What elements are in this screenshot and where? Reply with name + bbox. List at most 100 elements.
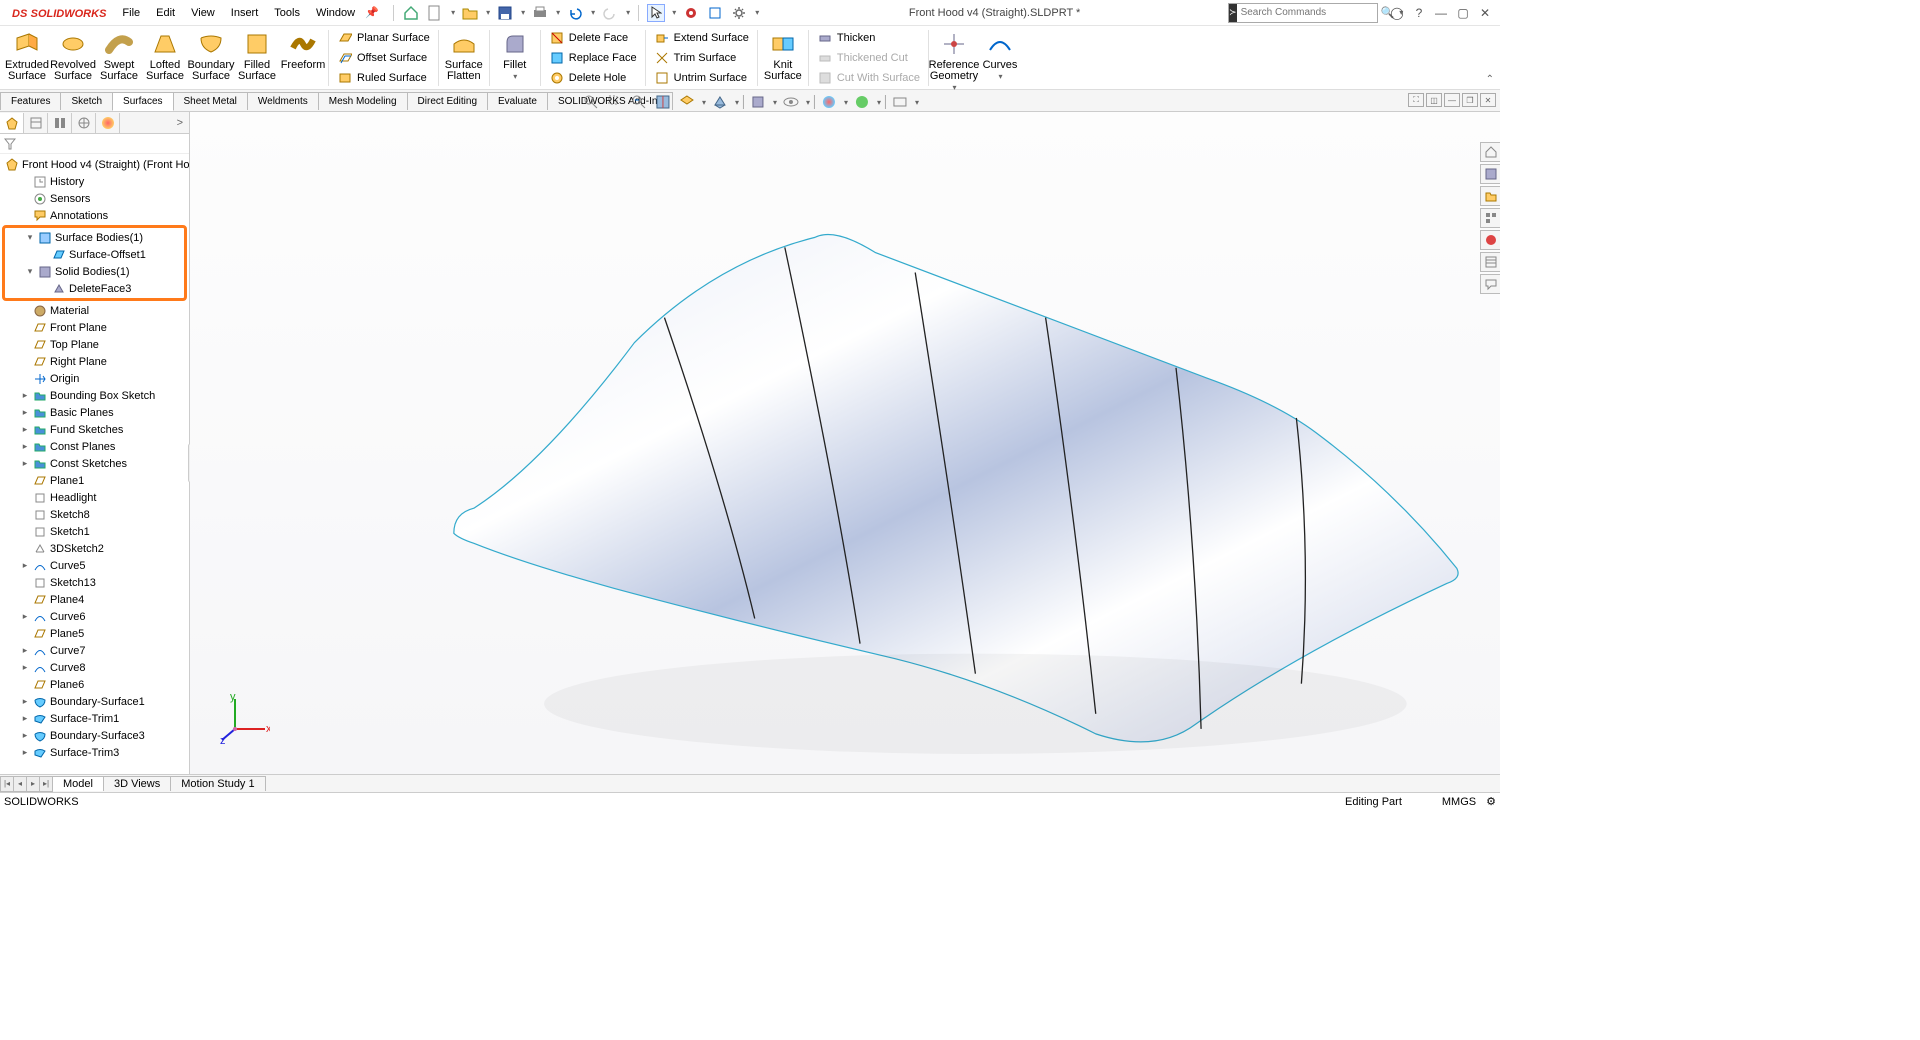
extend-surface-button[interactable]: Extend Surface: [650, 28, 753, 47]
close-button[interactable]: ✕: [1474, 6, 1496, 20]
help-icon[interactable]: ?: [1408, 6, 1430, 20]
dimxpert-tab-icon[interactable]: [72, 113, 96, 133]
tab-prev-icon[interactable]: ◂: [13, 776, 27, 792]
tree-node[interactable]: ▸Boundary-Surface3: [0, 727, 189, 744]
search-commands[interactable]: ≻ 🔍▾: [1228, 3, 1378, 23]
doc-close-icon[interactable]: ✕: [1480, 93, 1496, 107]
view-triad[interactable]: x y z: [220, 694, 270, 744]
tree-node[interactable]: History: [0, 173, 189, 190]
knit-surface-button[interactable]: Knit Surface: [760, 28, 806, 84]
tree-node[interactable]: Headlight: [0, 489, 189, 506]
tab-sketch[interactable]: Sketch: [60, 92, 113, 110]
trim-surface-button[interactable]: Trim Surface: [650, 48, 753, 67]
taskpane-design-library-icon[interactable]: [1480, 164, 1500, 184]
tab-next-icon[interactable]: ▸: [26, 776, 40, 792]
section-view-icon[interactable]: [653, 92, 673, 112]
status-gear-icon[interactable]: ⚙: [1486, 795, 1496, 808]
tree-node[interactable]: Plane5: [0, 625, 189, 642]
redo-icon[interactable]: [601, 4, 619, 22]
tab-mesh-modeling[interactable]: Mesh Modeling: [318, 92, 408, 110]
zoom-area-icon[interactable]: [605, 92, 625, 112]
extruded-surface-button[interactable]: Extruded Surface: [4, 28, 50, 84]
search-input[interactable]: [1237, 7, 1377, 18]
tree-node[interactable]: Plane6: [0, 676, 189, 693]
replace-face-button[interactable]: Replace Face: [545, 48, 641, 67]
tab-sheet-metal[interactable]: Sheet Metal: [173, 92, 248, 110]
taskpane-home-icon[interactable]: [1480, 142, 1500, 162]
select-icon[interactable]: [647, 4, 665, 22]
tree-node[interactable]: Sensors: [0, 190, 189, 207]
freeform-button[interactable]: Freeform: [280, 28, 326, 73]
view-orientation-icon[interactable]: [677, 92, 697, 112]
offset-surface-button[interactable]: Offset Surface: [333, 48, 434, 67]
tree-node[interactable]: Sketch13: [0, 574, 189, 591]
taskpane-forum-icon[interactable]: [1480, 274, 1500, 294]
tab-last-icon[interactable]: ▸|: [39, 776, 53, 792]
tree-node[interactable]: ▾Solid Bodies(1): [5, 263, 184, 280]
taskpane-file-explorer-icon[interactable]: [1480, 186, 1500, 206]
menu-view[interactable]: View: [183, 7, 223, 19]
revolved-surface-button[interactable]: Revolved Surface: [50, 28, 96, 84]
tree-node[interactable]: Sketch8: [0, 506, 189, 523]
taskpane-properties-icon[interactable]: [1480, 252, 1500, 272]
tree-node[interactable]: ▸Basic Planes: [0, 404, 189, 421]
previous-view-icon[interactable]: [629, 92, 649, 112]
tree-node[interactable]: DeleteFace3: [5, 280, 184, 297]
tab-first-icon[interactable]: |◂: [0, 776, 14, 792]
reference-geometry-button[interactable]: Reference Geometry▾: [931, 28, 977, 95]
tree-node[interactable]: ▸Bounding Box Sketch: [0, 387, 189, 404]
doc-restore-icon[interactable]: ❐: [1462, 93, 1478, 107]
tree-node[interactable]: ▸Curve7: [0, 642, 189, 659]
doc-newwin-icon[interactable]: ◫: [1426, 93, 1442, 107]
user-icon[interactable]: ◯: [1386, 6, 1408, 20]
minimize-button[interactable]: —: [1430, 6, 1452, 20]
property-tab-icon[interactable]: [24, 113, 48, 133]
display-style-icon[interactable]: [710, 92, 730, 112]
print-icon[interactable]: [531, 4, 549, 22]
tree-node[interactable]: Right Plane: [0, 353, 189, 370]
tab-motion-study[interactable]: Motion Study 1: [170, 776, 265, 791]
feature-tree-tab-icon[interactable]: [0, 113, 24, 133]
delete-hole-button[interactable]: Delete Hole: [545, 68, 641, 87]
tree-node[interactable]: ▾Surface Bodies(1): [5, 229, 184, 246]
status-units[interactable]: MMGS: [1442, 796, 1476, 808]
display-tab-icon[interactable]: [96, 113, 120, 133]
tree-node[interactable]: ▸Boundary-Surface1: [0, 693, 189, 710]
taskpane-appearances-icon[interactable]: [1480, 230, 1500, 250]
ruled-surface-button[interactable]: Ruled Surface: [333, 68, 434, 87]
planar-surface-button[interactable]: Planar Surface: [333, 28, 434, 47]
feature-tree[interactable]: Front Hood v4 (Straight) (Front Hood v… …: [0, 154, 189, 774]
tab-evaluate[interactable]: Evaluate: [487, 92, 548, 110]
tab-model[interactable]: Model: [52, 776, 104, 791]
maximize-button[interactable]: ▢: [1452, 6, 1474, 20]
tree-node[interactable]: Surface-Offset1: [5, 246, 184, 263]
eye-icon[interactable]: [781, 92, 801, 112]
tree-node[interactable]: Material: [0, 302, 189, 319]
tree-node[interactable]: ▸Const Planes: [0, 438, 189, 455]
hide-show-icon[interactable]: [748, 92, 768, 112]
delete-face-button[interactable]: Delete Face: [545, 28, 641, 47]
tree-node[interactable]: Plane1: [0, 472, 189, 489]
taskpane-view-palette-icon[interactable]: [1480, 208, 1500, 228]
pin-icon[interactable]: 📌: [363, 4, 381, 22]
menu-edit[interactable]: Edit: [148, 7, 183, 19]
zoom-fit-icon[interactable]: [581, 92, 601, 112]
menu-insert[interactable]: Insert: [223, 7, 267, 19]
tab-surfaces[interactable]: Surfaces: [112, 92, 173, 111]
tab-features[interactable]: Features: [0, 92, 61, 110]
new-icon[interactable]: [426, 4, 444, 22]
menu-file[interactable]: File: [114, 7, 148, 19]
config-tab-icon[interactable]: [48, 113, 72, 133]
tree-node[interactable]: ▸Curve6: [0, 608, 189, 625]
tree-node[interactable]: ▸Curve5: [0, 557, 189, 574]
menu-window[interactable]: Window: [308, 7, 363, 19]
tree-node[interactable]: Plane4: [0, 591, 189, 608]
save-icon[interactable]: [496, 4, 514, 22]
tree-node[interactable]: ▸Surface-Trim3: [0, 744, 189, 761]
apply-scene-icon[interactable]: [852, 92, 872, 112]
tree-node[interactable]: Origin: [0, 370, 189, 387]
swept-surface-button[interactable]: Swept Surface: [96, 28, 142, 84]
panel-expand-icon[interactable]: >: [171, 117, 189, 129]
view-settings-icon[interactable]: [890, 92, 910, 112]
tree-node[interactable]: ▸Surface-Trim1: [0, 710, 189, 727]
